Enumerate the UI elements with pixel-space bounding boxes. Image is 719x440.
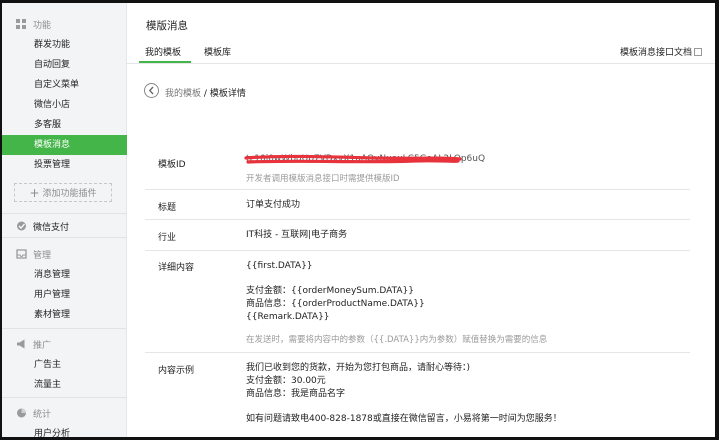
pie-chart-icon: [17, 408, 26, 418]
add-plugin-label: 添加功能插件: [42, 189, 97, 199]
breadcrumb-parent-link[interactable]: 我的模板: [165, 89, 201, 99]
breadcrumb: 我的模板 / 模板详情: [165, 86, 246, 99]
doc-link-label: 模板消息接口文档: [619, 48, 692, 58]
example-line: 支付金额：30.00元: [246, 376, 326, 386]
grid-icon: [16, 19, 26, 29]
wallet-icon: [17, 221, 26, 231]
tab-template-library[interactable]: 模板库: [204, 45, 231, 58]
industry-label: 行业: [158, 233, 177, 243]
row-divider: [145, 352, 690, 353]
plus-icon: +: [29, 185, 40, 200]
sidebar-item-vote[interactable]: 投票管理: [2, 155, 127, 175]
template-api-doc-link[interactable]: 模板消息接口文档: [620, 45, 702, 58]
detail-label: 详细内容: [158, 263, 195, 273]
example-label: 内容示例: [158, 366, 195, 376]
sidebar-item-user-manage[interactable]: 用户管理: [2, 285, 127, 305]
detail-line: {{first.DATA}}: [246, 261, 313, 271]
sidebar-item-template-message[interactable]: 模板消息: [2, 135, 127, 155]
industry-value: IT科技 - 互联网|电子商务: [246, 230, 348, 240]
app-window: 功能 群发功能 自动回复 自定义菜单 微信小店 多客服 模板消息 投票管理 + …: [2, 3, 715, 437]
sidebar-item-auto-reply[interactable]: 自动回复: [2, 55, 127, 75]
sidebar-section-title: 统计: [33, 410, 52, 420]
main-content: 模版消息 我的模板 模板库 模板消息接口文档 我的模板 / 模板详情 模板ID …: [127, 3, 715, 437]
tab-bar-divider: [127, 63, 715, 64]
title-label: 标题: [158, 203, 177, 213]
example-line: 如有问题请致电400-828-1878或直接在微信留言，小易将第一时间为您服务！: [246, 414, 562, 424]
external-link-icon: [694, 47, 702, 56]
row-divider: [145, 189, 690, 190]
tab-my-templates[interactable]: 我的模板: [145, 45, 181, 58]
sidebar-divider: [2, 237, 127, 238]
sidebar-section-manage: 管理: [2, 245, 127, 263]
detail-line: 支付金额：{{orderMoneySum.DATA}}: [246, 286, 414, 296]
page-title: 模版消息: [146, 20, 188, 32]
sidebar-divider: [2, 328, 127, 329]
inbox-icon: [16, 249, 27, 259]
detail-hint: 在发送时，需要将内容中的参数（{{.DATA}}内为参数）赋值替换为需要的信息: [246, 335, 548, 345]
breadcrumb-current: 模板详情: [209, 89, 246, 99]
sidebar-item-wechat-shop[interactable]: 微信小店: [2, 95, 127, 115]
row-divider: [145, 219, 690, 220]
sidebar-item-mass-send[interactable]: 群发功能: [2, 35, 127, 55]
back-button[interactable]: [144, 83, 159, 98]
sidebar: 功能 群发功能 自动回复 自定义菜单 微信小店 多客服 模板消息 投票管理 + …: [2, 3, 127, 437]
sidebar-section-pay[interactable]: 微信支付: [2, 217, 127, 235]
redaction-scribble: [244, 154, 462, 164]
sidebar-divider: [2, 397, 127, 398]
sidebar-item-traffic-owner[interactable]: 流量主: [2, 375, 127, 395]
sidebar-item-customer-service[interactable]: 多客服: [2, 115, 127, 135]
sidebar-section-stats: 统计: [2, 404, 127, 422]
sidebar-section-title: 推广: [33, 341, 52, 351]
sidebar-item-material-manage[interactable]: 素材管理: [2, 305, 127, 325]
sidebar-section-promo: 推广: [2, 335, 127, 353]
detail-line: {{Remark.DATA}}: [246, 312, 330, 322]
example-line: 商品信息：我是商品名字: [246, 389, 346, 399]
sidebar-item-advertiser[interactable]: 广告主: [2, 355, 127, 375]
sidebar-item-message-manage[interactable]: 消息管理: [2, 265, 127, 285]
sidebar-section-function: 功能: [2, 15, 127, 33]
detail-line: 商品信息：{{orderProductName.DATA}}: [246, 299, 425, 309]
sidebar-item-user-analysis[interactable]: 用户分析: [2, 424, 127, 437]
template-id-label: 模板ID: [158, 160, 186, 170]
breadcrumb-separator: /: [203, 89, 207, 99]
sidebar-section-title: 管理: [33, 251, 52, 261]
title-value: 订单支付成功: [246, 200, 301, 210]
add-plugin-button[interactable]: + 添加功能插件: [14, 183, 112, 202]
chevron-left-icon: [148, 86, 154, 95]
sidebar-section-title: 功能: [33, 21, 52, 31]
sidebar-section-title: 微信支付: [33, 223, 70, 233]
row-divider: [145, 250, 690, 251]
megaphone-icon: [17, 339, 25, 349]
sidebar-divider: [2, 213, 127, 214]
sidebar-item-custom-menu[interactable]: 自定义菜单: [2, 75, 127, 95]
template-id-hint: 开发者调用模版消息接口时需提供模版ID: [246, 174, 400, 184]
example-line: 我们已收到您的货款，开始为您打包商品，请耐心等待：): [246, 363, 471, 373]
